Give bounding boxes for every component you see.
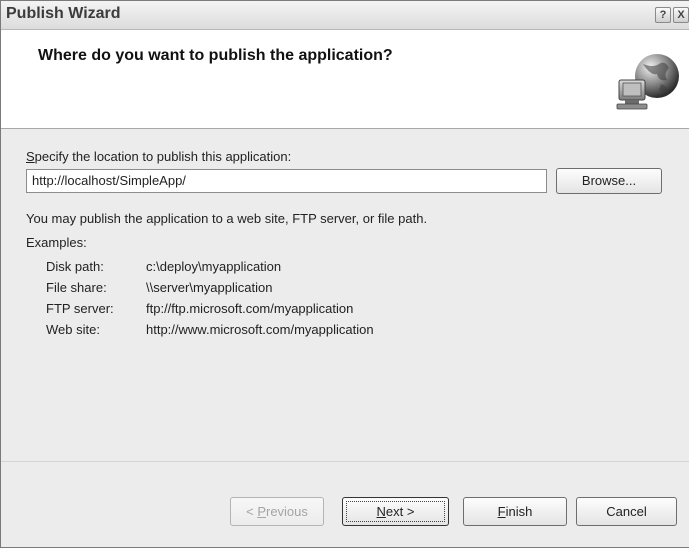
- close-button[interactable]: X: [673, 7, 689, 23]
- title-bar: Publish Wizard ? X: [1, 1, 689, 30]
- wizard-header: Where do you want to publish the applica…: [1, 30, 689, 129]
- example-label-disk-path: Disk path:: [46, 259, 104, 274]
- previous-button[interactable]: < Previous: [230, 497, 324, 526]
- cancel-button[interactable]: Cancel: [576, 497, 677, 526]
- example-value-disk-path: c:\deploy\myapplication: [146, 259, 282, 274]
- finish-button[interactable]: Finish: [463, 497, 567, 526]
- example-value-file-share: \\server\myapplication: [146, 280, 273, 295]
- example-label-file-share: File share:: [46, 280, 107, 295]
- example-label-ftp-server: FTP server:: [46, 301, 114, 316]
- location-label: Specify the location to publish this app…: [26, 149, 292, 164]
- globe-computer-icon: [616, 54, 679, 110]
- publish-description: You may publish the application to a web…: [26, 211, 428, 226]
- footer-divider: [1, 461, 689, 462]
- example-value-ftp-server: ftp://ftp.microsoft.com/myapplication: [146, 301, 354, 316]
- browse-button[interactable]: Browse...: [556, 168, 662, 194]
- example-value-web-site: http://www.microsoft.com/myapplication: [146, 322, 374, 337]
- examples-label: Examples:: [26, 235, 87, 250]
- page-title: Where do you want to publish the applica…: [38, 47, 393, 64]
- publish-location-input[interactable]: http://localhost/SimpleApp/: [26, 169, 547, 193]
- window-title: Publish Wizard: [6, 5, 121, 22]
- next-button[interactable]: Next >: [342, 497, 449, 526]
- help-button[interactable]: ?: [655, 7, 671, 23]
- example-label-web-site: Web site:: [46, 322, 100, 337]
- publish-wizard-window: Publish Wizard ? X Where do you want to …: [0, 0, 689, 548]
